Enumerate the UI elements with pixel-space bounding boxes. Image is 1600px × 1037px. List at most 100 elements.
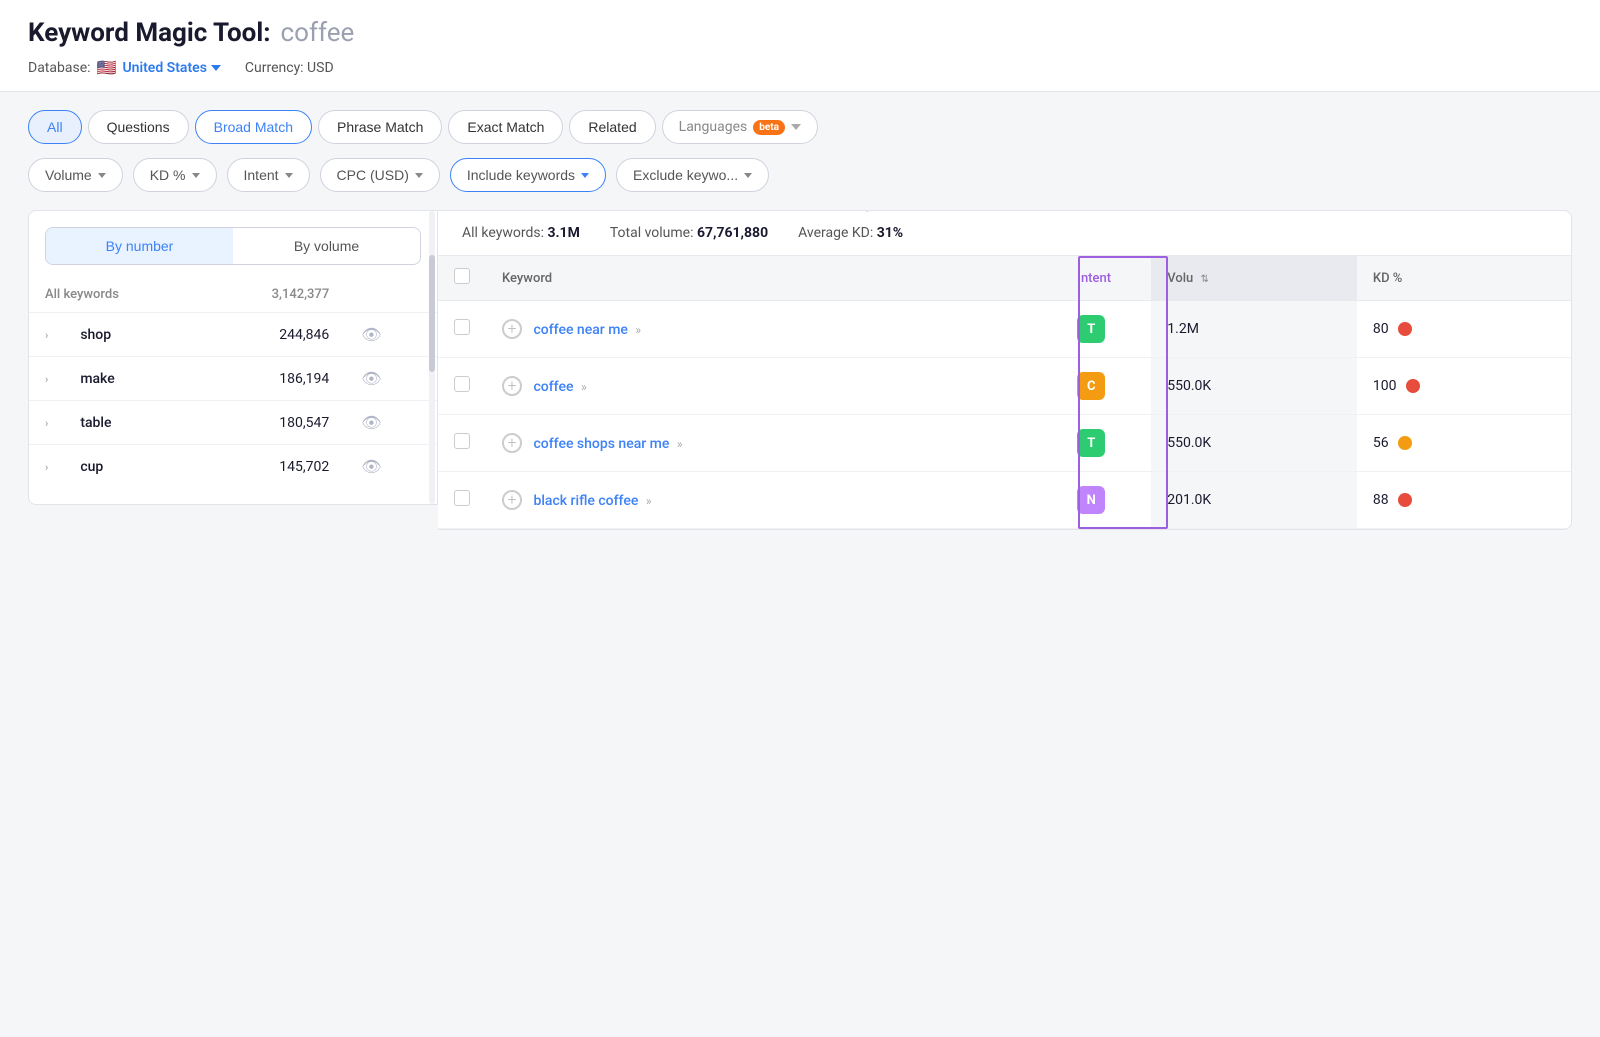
filter-exclude-keywords[interactable]: Exclude keywo... <box>616 158 769 192</box>
filter-intent[interactable]: Intent <box>227 158 310 192</box>
tab-phrase-match[interactable]: Phrase Match <box>318 110 442 144</box>
filter-volume[interactable]: Volume <box>28 158 123 192</box>
eye-icon-make[interactable]: 👁 <box>361 369 381 388</box>
expand-table-icon[interactable]: › <box>45 417 48 430</box>
sidebar-header-keyword: All keywords <box>29 281 188 313</box>
table-row-coffee-shops: + coffee shops near me » T 550.0K 56 <box>438 415 1571 472</box>
expand-make-icon[interactable]: › <box>45 373 48 386</box>
row-checkbox-2[interactable] <box>454 376 470 392</box>
eye-icon-table[interactable]: 👁 <box>361 413 381 432</box>
filter-intent-label: Intent <box>244 167 279 183</box>
sidebar-item-cup: › cup 145,702 👁 <box>29 445 437 489</box>
avg-kd-value: 31% <box>877 225 903 241</box>
filter-include-keywords[interactable]: Include keywords <box>450 158 606 192</box>
scrollbar-thumb[interactable] <box>429 255 435 372</box>
tab-languages[interactable]: Languages beta <box>662 110 818 144</box>
us-flag-icon: 🇺🇸 <box>97 58 117 77</box>
kd-dot-1 <box>1398 322 1412 336</box>
row-keyword-cell-2: + coffee » <box>486 358 1061 415</box>
row-intent-cell-2: C <box>1061 358 1151 415</box>
filter-cpc[interactable]: CPC (USD) <box>320 158 440 192</box>
col-header-checkbox <box>438 256 486 301</box>
sidebar-keyword-table: All keywords 3,142,377 › shop 244,846 👁 … <box>29 281 437 488</box>
row-kd-cell-1: 80 <box>1357 301 1571 358</box>
main-layout: By number By volume All keywords 3,142,3… <box>28 210 1572 530</box>
add-keyword-btn-3[interactable]: + <box>502 433 522 453</box>
sidebar-header-row: All keywords 3,142,377 <box>29 281 437 313</box>
table-header: Keyword Intent Volu ⇅ KD % <box>438 256 1571 301</box>
keyword-arrow-1: » <box>635 323 641 337</box>
keyword-link-4[interactable]: black rifle coffee <box>533 493 638 509</box>
expand-shop-icon[interactable]: › <box>45 329 48 342</box>
sidebar-count-table: 180,547 <box>188 401 345 445</box>
kd-value-2: 100 <box>1373 378 1397 394</box>
row-keyword-cell-4: + black rifle coffee » <box>486 472 1061 529</box>
keyword-arrow-3: » <box>677 437 683 451</box>
tab-exact-match[interactable]: Exact Match <box>448 110 563 144</box>
page-container: Keyword Magic Tool: coffee Database: 🇺🇸 … <box>0 0 1600 1037</box>
database-country-button[interactable]: United States <box>122 60 220 76</box>
row-checkbox-1[interactable] <box>454 319 470 335</box>
database-row: Database: 🇺🇸 United States Currency: USD <box>28 58 1572 77</box>
keyword-link-1[interactable]: coffee near me <box>533 322 627 338</box>
header-checkbox[interactable] <box>454 268 470 284</box>
keyword-link-3[interactable]: coffee shops near me <box>533 436 669 452</box>
row-intent-cell-1: T <box>1061 301 1151 358</box>
expand-cup-icon[interactable]: › <box>45 461 48 474</box>
tab-broad-match[interactable]: Broad Match <box>195 110 312 144</box>
languages-label: Languages <box>679 119 748 135</box>
row-checkbox-4[interactable] <box>454 490 470 506</box>
sort-icon[interactable]: ⇅ <box>1201 274 1209 285</box>
tab-related[interactable]: Related <box>569 110 655 144</box>
row-keyword-cell-3: + coffee shops near me » <box>486 415 1061 472</box>
row-checkbox-cell-2 <box>438 358 486 415</box>
add-keyword-btn-4[interactable]: + <box>502 490 522 510</box>
row-intent-cell-4: N <box>1061 472 1151 529</box>
row-kd-cell-4: 88 <box>1357 472 1571 529</box>
keyword-table: Keyword Intent Volu ⇅ KD % <box>438 256 1571 529</box>
total-volume-label: Total volume: <box>610 225 694 241</box>
avg-kd-stat: Average KD: 31% <box>798 225 903 241</box>
kd-value-4: 88 <box>1373 492 1389 508</box>
col-header-volume: Volu ⇅ <box>1151 256 1357 301</box>
sidebar-item-table: › table 180,547 👁 <box>29 401 437 445</box>
stats-row: All keywords: 3.1M Total volume: 67,761,… <box>438 211 1571 256</box>
row-kd-cell-3: 56 <box>1357 415 1571 472</box>
kd-value-3: 56 <box>1373 435 1389 451</box>
kd-dot-2 <box>1406 379 1420 393</box>
view-by-number-button[interactable]: By number <box>46 228 233 264</box>
intent-badge-3: T <box>1077 429 1105 457</box>
add-keyword-btn-1[interactable]: + <box>502 319 522 339</box>
filter-kd[interactable]: KD % <box>133 158 217 192</box>
sidebar-count-cup: 145,702 <box>188 445 345 489</box>
sidebar-panel: By number By volume All keywords 3,142,3… <box>28 210 438 505</box>
sidebar-keyword-table: table <box>64 401 188 445</box>
avg-kd-label: Average KD: <box>798 225 873 241</box>
tab-all[interactable]: All <box>28 110 82 144</box>
add-keyword-btn-2[interactable]: + <box>502 376 522 396</box>
row-checkbox-cell-3 <box>438 415 486 472</box>
filter-exclude-label: Exclude keywo... <box>633 167 738 183</box>
keyword-table-panel: All keywords: 3.1M Total volume: 67,761,… <box>438 210 1572 530</box>
keyword-arrow-2: » <box>581 380 587 394</box>
row-volume-cell-4: 201.0K <box>1151 472 1357 529</box>
content-area: All Questions Broad Match Phrase Match E… <box>28 92 1572 530</box>
keyword-link-2[interactable]: coffee <box>533 379 573 395</box>
row-checkbox-3[interactable] <box>454 433 470 449</box>
kd-value-1: 80 <box>1373 321 1389 337</box>
eye-icon-cup[interactable]: 👁 <box>361 457 381 476</box>
eye-icon-shop[interactable]: 👁 <box>361 325 381 344</box>
scrollbar-track <box>429 211 435 504</box>
currency-label: Currency: USD <box>245 60 334 76</box>
country-label: United States <box>122 60 206 76</box>
tab-questions[interactable]: Questions <box>88 110 189 144</box>
languages-chevron-icon <box>791 124 801 130</box>
database-text: Database: <box>28 60 91 76</box>
view-by-volume-button[interactable]: By volume <box>233 228 420 264</box>
filter-kd-chevron-icon <box>192 173 200 178</box>
table-header-row: Keyword Intent Volu ⇅ KD % <box>438 256 1571 301</box>
database-label: Database: 🇺🇸 United States <box>28 58 221 77</box>
sidebar-keyword-make: make <box>64 357 188 401</box>
filter-cpc-chevron-icon <box>415 173 423 178</box>
sidebar-count-make: 186,194 <box>188 357 345 401</box>
